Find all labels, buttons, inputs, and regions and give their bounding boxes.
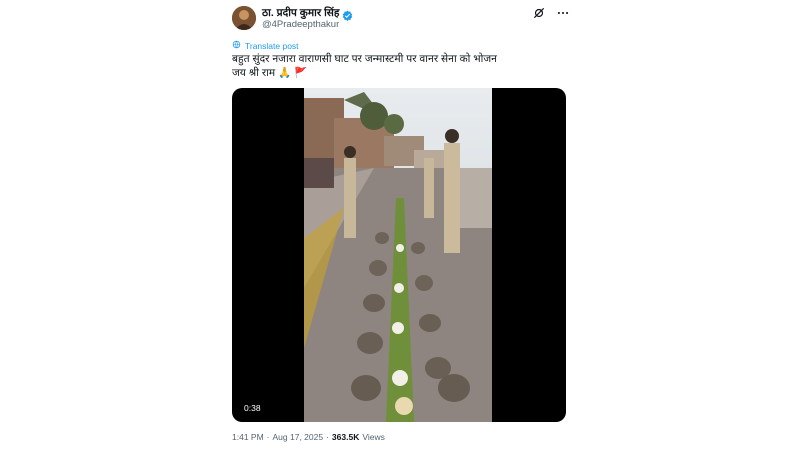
video-player[interactable]: 0:38 [232, 88, 566, 422]
post-time[interactable]: 1:41 PM [232, 432, 264, 442]
tweet-meta: 1:41 PM · Aug 17, 2025 · 363.5K Views [232, 432, 385, 442]
author-name-row: ठा. प्रदीप कुमार सिंह [262, 6, 353, 21]
translate-post-link[interactable]: Translate post [232, 40, 299, 51]
top-actions [532, 6, 570, 20]
video-frame[interactable] [304, 88, 492, 422]
views-label: Views [362, 432, 385, 442]
author-display-name[interactable]: ठा. प्रदीप कुमार सिंह [262, 6, 339, 20]
more-options-icon[interactable] [556, 6, 570, 20]
views-count: 363.5K [331, 432, 360, 442]
meta-separator: · [266, 432, 270, 442]
avatar[interactable] [232, 6, 256, 30]
post-date[interactable]: Aug 17, 2025 [273, 432, 324, 442]
translate-label: Translate post [245, 40, 299, 51]
tweet-card: ठा. प्रदीप कुमार सिंह @4Pradeepthakur Tr… [216, 0, 584, 450]
verified-badge-icon [342, 8, 353, 21]
translate-icon [232, 40, 241, 51]
tweet-text: बहुत सुंदर नजारा वाराणसी घाट पर जन्मास्ट… [232, 53, 498, 79]
author-handle[interactable]: @4Pradeepthakur [262, 19, 339, 30]
meta-separator: · [326, 432, 329, 442]
video-duration: 0:38 [240, 402, 265, 414]
grok-icon[interactable] [532, 6, 546, 20]
